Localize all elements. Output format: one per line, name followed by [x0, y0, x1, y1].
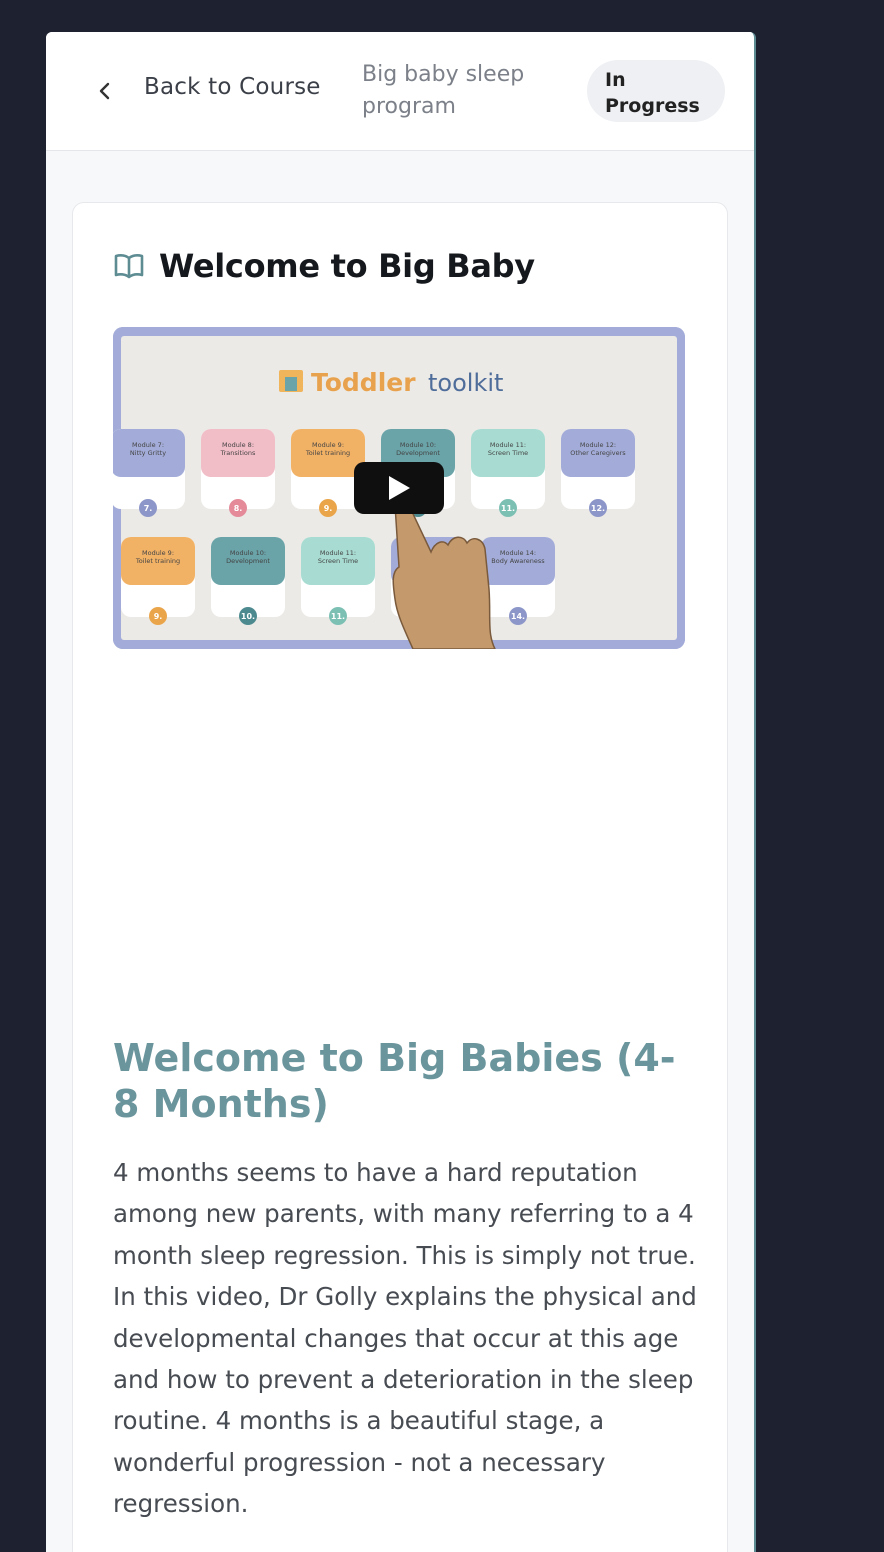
logo-word-toolkit: toolkit [428, 369, 503, 397]
module-label: Module 14: [500, 549, 536, 557]
module-label: Module 10: [230, 549, 266, 557]
module-label: Module 12: [580, 441, 616, 449]
module-name: Development [226, 557, 270, 565]
module-number: 9. [324, 504, 333, 513]
module-number: 11. [501, 504, 515, 513]
module-number: 12. [591, 504, 605, 513]
module-name: Development [396, 449, 440, 457]
module-label: Module 10: [400, 441, 436, 449]
lesson-card: Welcome to Big Baby Toddler toolkit Modu… [72, 202, 728, 1552]
chevron-left-icon[interactable] [98, 81, 112, 101]
module-name: Transitions [220, 449, 256, 457]
module-tile: Module 11:Screen Time 11. [301, 537, 375, 625]
module-number: 9. [154, 612, 163, 621]
module-label: Module 9: [142, 549, 174, 557]
module-tile: Module 14:Body Awareness 14. [481, 537, 555, 625]
section-body: 4 months seems to have a hard reputation… [113, 1158, 697, 1519]
open-book-icon [114, 254, 144, 279]
back-to-course-link[interactable]: Back to Course [144, 74, 321, 100]
play-button[interactable] [354, 462, 444, 514]
module-number: 11. [331, 612, 345, 621]
section-heading: Welcome to Big Babies (4-8 Months) [113, 1036, 676, 1126]
module-name: Toilet training [305, 449, 350, 457]
module-name: Nitty Gritty [130, 449, 166, 457]
module-name: Other Caregivers [570, 449, 626, 457]
module-name: Screen Time [318, 557, 358, 565]
logo-word-toddler: Toddler [311, 368, 416, 397]
video-player[interactable]: Toddler toolkit Module 7: Nitty Gritty 7. M… [113, 327, 685, 649]
module-tile: Module 10:Development 10. [211, 537, 285, 625]
module-name: Screen Time [488, 449, 528, 457]
module-label: Module 11: [490, 441, 526, 449]
module-number: 14. [511, 612, 525, 621]
module-label: Module 7: [132, 441, 164, 449]
lesson-header: Back to Course Big baby sleep program In… [46, 32, 754, 151]
module-name: Toilet training [135, 557, 180, 565]
module-tile: Module 7:Nitty Gritty 7. [113, 429, 185, 517]
module-tile: Module 11:Screen Time 11. [471, 429, 545, 517]
course-title: Big baby sleep program [362, 62, 525, 119]
lesson-title: Welcome to Big Baby [159, 247, 535, 285]
module-label: Module 8: [222, 441, 254, 449]
module-tile: Module 9:Toilet training 9. [121, 537, 195, 625]
lesson-heading: Welcome to Big Baby [113, 247, 535, 285]
status-badge: In Progress [587, 60, 725, 122]
module-number: 10. [241, 612, 255, 621]
module-number: 7. [144, 504, 153, 513]
module-label: Module 11: [320, 549, 356, 557]
play-icon [389, 476, 410, 500]
lesson-panel: Back to Course Big baby sleep program In… [46, 32, 756, 1552]
module-tile: Module 8:Transitions 8. [201, 429, 275, 517]
module-label: Module 9: [312, 441, 344, 449]
module-name: Body Awareness [491, 557, 545, 565]
module-number: 8. [234, 504, 243, 513]
module-tile: Module 12:Other Caregivers 12. [561, 429, 635, 517]
